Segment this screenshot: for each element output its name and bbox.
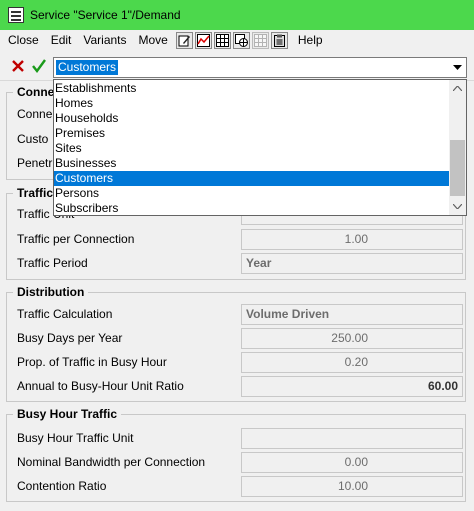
prop-busy-hour-label: Prop. of Traffic in Busy Hour bbox=[17, 355, 167, 369]
dropdown-option[interactable]: Establishments bbox=[54, 81, 450, 96]
traffic-per-connection-label: Traffic per Connection bbox=[17, 232, 135, 246]
menu-variants[interactable]: Variants bbox=[77, 31, 132, 49]
busy-days-field[interactable]: 250.00 bbox=[241, 328, 463, 349]
group-connections-title: Conne bbox=[13, 85, 59, 99]
dropdown-scrollbar[interactable] bbox=[449, 80, 466, 215]
dropdown-option[interactable]: Persons bbox=[54, 186, 450, 201]
chart-icon[interactable] bbox=[194, 31, 212, 49]
group-busy-hour: Busy Hour Traffic Busy Hour Traffic Unit… bbox=[6, 407, 466, 502]
connections-row-2-label: Custo bbox=[17, 132, 49, 146]
dropdown-option-selected[interactable]: Customers bbox=[54, 171, 450, 186]
menu-help[interactable]: Help bbox=[292, 31, 329, 49]
traffic-calculation-label: Traffic Calculation bbox=[17, 307, 113, 321]
dropdown-option[interactable]: Subscribers bbox=[54, 201, 450, 216]
contention-ratio-field[interactable]: 10.00 bbox=[241, 476, 463, 497]
traffic-period-label: Traffic Period bbox=[17, 256, 88, 270]
prop-busy-hour-field[interactable]: 0.20 bbox=[241, 352, 463, 373]
dropdown-option[interactable]: Premises bbox=[54, 126, 450, 141]
cancel-icon[interactable] bbox=[10, 58, 26, 74]
chevron-down-icon[interactable] bbox=[448, 58, 466, 77]
nominal-bandwidth-field[interactable]: 0.00 bbox=[241, 452, 463, 473]
edit-icon[interactable] bbox=[175, 31, 193, 49]
annual-ratio-field: 60.00 bbox=[241, 376, 463, 397]
group-traffic-title: Traffic bbox=[13, 186, 58, 200]
annual-ratio-label: Annual to Busy-Hour Unit Ratio bbox=[17, 379, 184, 393]
grid-icon[interactable] bbox=[213, 31, 231, 49]
traffic-per-connection-field[interactable]: 1.00 bbox=[241, 229, 463, 250]
group-distribution-title: Distribution bbox=[13, 285, 89, 299]
dropdown-option[interactable]: Businesses bbox=[54, 156, 450, 171]
connection-unit-combo[interactable]: Customers bbox=[53, 57, 467, 78]
check-icon[interactable] bbox=[31, 58, 47, 74]
busy-hour-unit-label: Busy Hour Traffic Unit bbox=[17, 431, 134, 445]
traffic-calculation-field[interactable]: Volume Driven bbox=[241, 304, 463, 325]
traffic-period-field[interactable]: Year bbox=[241, 253, 463, 274]
group-distribution: Distribution Traffic Calculation Volume … bbox=[6, 285, 466, 402]
dropdown-option[interactable]: Sites bbox=[54, 141, 450, 156]
connections-row-1-label: Conne bbox=[17, 107, 53, 121]
menu-bar: Close Edit Variants Move Help bbox=[0, 30, 474, 50]
dropdown-option[interactable]: Homes bbox=[54, 96, 450, 111]
grid-disabled-icon bbox=[251, 31, 269, 49]
globe-icon[interactable] bbox=[232, 31, 250, 49]
title-bar: Service "Service 1"/Demand bbox=[0, 0, 474, 30]
contention-ratio-label: Contention Ratio bbox=[17, 479, 107, 493]
chevron-up-icon[interactable] bbox=[449, 80, 466, 97]
group-busy-hour-title: Busy Hour Traffic bbox=[13, 407, 122, 421]
app-icon[interactable] bbox=[8, 7, 24, 23]
chevron-down-icon[interactable] bbox=[449, 198, 466, 215]
window-title: Service "Service 1"/Demand bbox=[30, 8, 181, 22]
combo-dropdown-list[interactable]: Establishments Homes Households Premises… bbox=[53, 79, 467, 216]
scrollbar-thumb[interactable] bbox=[450, 140, 465, 196]
connections-row-3-label: Penetr bbox=[17, 156, 53, 170]
dropdown-option[interactable]: Households bbox=[54, 111, 450, 126]
menu-close[interactable]: Close bbox=[2, 31, 45, 49]
menu-move[interactable]: Move bbox=[133, 31, 174, 49]
busy-hour-unit-field[interactable] bbox=[241, 428, 463, 449]
clipboard-icon[interactable] bbox=[270, 31, 288, 49]
busy-days-label: Busy Days per Year bbox=[17, 331, 123, 345]
edit-row: Customers bbox=[0, 54, 474, 80]
nominal-bandwidth-label: Nominal Bandwidth per Connection bbox=[17, 455, 206, 469]
combo-value: Customers bbox=[56, 60, 119, 75]
menu-edit[interactable]: Edit bbox=[45, 31, 78, 49]
